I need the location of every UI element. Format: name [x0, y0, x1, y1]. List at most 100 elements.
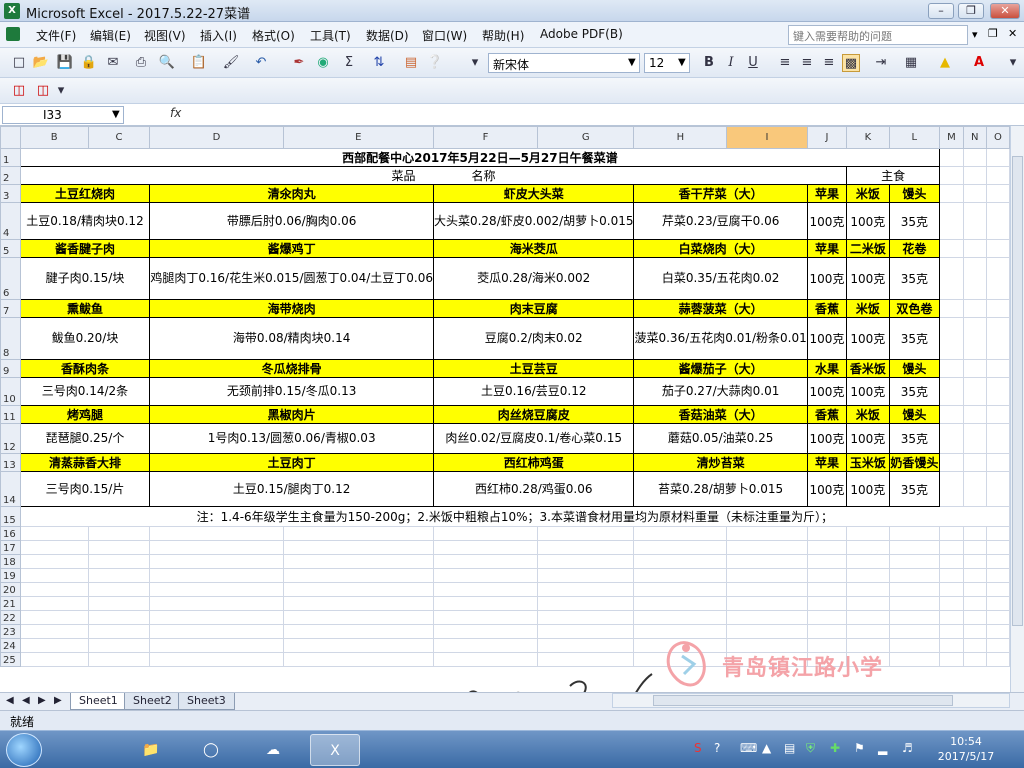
empty-cell[interactable]: [985, 202, 1010, 240]
column-header-B[interactable]: B: [19, 126, 89, 149]
empty-cell[interactable]: [806, 568, 848, 583]
row-header[interactable]: 13: [0, 453, 21, 472]
menu-adobe-pdf[interactable]: Adobe PDF(B): [540, 27, 623, 41]
empty-cell[interactable]: [985, 610, 1010, 625]
empty-cell[interactable]: [985, 377, 1010, 406]
empty-cell[interactable]: [19, 596, 89, 611]
empty-cell[interactable]: [19, 540, 89, 555]
empty-cell[interactable]: [432, 582, 539, 597]
ingredient-cell[interactable]: 土豆0.16/芸豆0.12: [432, 377, 635, 406]
amount-cell[interactable]: 100克: [806, 471, 848, 507]
empty-cell[interactable]: [985, 299, 1010, 318]
menu-title[interactable]: 西部配餐中心2017年5月22日—5月27日午餐菜谱: [19, 148, 941, 167]
dish-name[interactable]: 酱爆茄子（大）: [633, 359, 808, 378]
empty-cell[interactable]: [537, 596, 635, 611]
column-header-C[interactable]: C: [87, 126, 151, 149]
row-header[interactable]: 8: [0, 317, 21, 360]
dish-name[interactable]: 清蒸蒜香大排: [19, 453, 151, 472]
empty-cell[interactable]: [149, 652, 284, 667]
ingredient-cell[interactable]: 带膘后肘0.06/胸肉0.06: [149, 202, 434, 240]
last-sheet-icon[interactable]: ▶: [54, 695, 62, 706]
help-search-input[interactable]: 键入需要帮助的问题: [788, 25, 968, 45]
empty-cell[interactable]: [726, 526, 808, 541]
dish-name[interactable]: 肉末豆腐: [432, 299, 635, 318]
empty-cell[interactable]: [939, 540, 964, 555]
amount-cell[interactable]: 35克: [888, 202, 941, 240]
help-dropdown-icon[interactable]: ▾: [972, 28, 978, 41]
volume-icon[interactable]: ♬: [902, 741, 913, 755]
column-header-I[interactable]: I: [726, 126, 808, 149]
font-name-select[interactable]: 新宋体: [488, 53, 640, 73]
empty-cell[interactable]: [432, 554, 539, 569]
empty-cell[interactable]: [939, 582, 964, 597]
empty-cell[interactable]: [432, 638, 539, 653]
empty-cell[interactable]: [149, 554, 284, 569]
dish-name[interactable]: 熏鲅鱼: [19, 299, 151, 318]
clipboard-tray-icon[interactable]: ▤: [784, 741, 795, 755]
empty-cell[interactable]: [633, 540, 728, 555]
amount-cell[interactable]: 35克: [888, 423, 941, 454]
row-header[interactable]: 15: [0, 506, 21, 527]
ingredient-cell[interactable]: 肉丝0.02/豆腐皮0.1/卷心菜0.15: [432, 423, 635, 454]
empty-cell[interactable]: [149, 610, 284, 625]
row-header[interactable]: 6: [0, 257, 21, 300]
empty-cell[interactable]: [939, 239, 964, 258]
empty-cell[interactable]: [962, 582, 987, 597]
empty-cell[interactable]: [282, 526, 434, 541]
sogou-browser-icon[interactable]: ◯: [186, 734, 236, 766]
fruit-name[interactable]: 水果: [806, 359, 848, 378]
empty-cell[interactable]: [537, 624, 635, 639]
empty-cell[interactable]: [985, 239, 1010, 258]
close-button[interactable]: ✕: [990, 3, 1020, 19]
empty-cell[interactable]: [939, 526, 964, 541]
fruit-name[interactable]: 苹果: [806, 184, 848, 203]
empty-cell[interactable]: [537, 582, 635, 597]
ingredient-cell[interactable]: 菠菜0.36/五花肉0.01/粉条0.01: [633, 317, 808, 360]
amount-cell[interactable]: 100克: [846, 257, 890, 300]
empty-cell[interactable]: [87, 638, 151, 653]
dish-name[interactable]: 清氽肉丸: [149, 184, 434, 203]
empty-cell[interactable]: [939, 453, 964, 472]
amount-cell[interactable]: 100克: [806, 317, 848, 360]
empty-cell[interactable]: [726, 540, 808, 555]
empty-cell[interactable]: [87, 568, 151, 583]
empty-cell[interactable]: [962, 239, 987, 258]
ingredient-cell[interactable]: 蘑菇0.05/油菜0.25: [633, 423, 808, 454]
empty-cell[interactable]: [432, 568, 539, 583]
ingredient-cell[interactable]: 豆腐0.2/肉末0.02: [432, 317, 635, 360]
dish-name[interactable]: 土豆肉丁: [149, 453, 434, 472]
fruit-name[interactable]: 香蕉: [806, 405, 848, 424]
empty-cell[interactable]: [888, 582, 941, 597]
doc-restore-icon[interactable]: ❐: [988, 27, 998, 40]
row-header[interactable]: 22: [0, 610, 21, 625]
font-color-icon[interactable]: A: [970, 54, 988, 72]
empty-cell[interactable]: [633, 568, 728, 583]
amount-cell[interactable]: 35克: [888, 471, 941, 507]
staple-rice[interactable]: 二米饭: [846, 239, 890, 258]
empty-cell[interactable]: [888, 526, 941, 541]
empty-cell[interactable]: [962, 596, 987, 611]
empty-cell[interactable]: [19, 554, 89, 569]
vertical-scroll-thumb[interactable]: [1012, 156, 1023, 626]
empty-cell[interactable]: [962, 317, 987, 360]
print-preview-icon[interactable]: 🔍: [158, 54, 176, 72]
empty-cell[interactable]: [962, 202, 987, 240]
doc-close-icon[interactable]: ✕: [1008, 27, 1017, 40]
amount-cell[interactable]: 100克: [806, 202, 848, 240]
empty-cell[interactable]: [19, 638, 89, 653]
column-header-J[interactable]: J: [806, 126, 848, 149]
row-header[interactable]: 12: [0, 423, 21, 454]
empty-cell[interactable]: [846, 526, 890, 541]
row-header[interactable]: 21: [0, 596, 21, 611]
fruit-name[interactable]: 苹果: [806, 453, 848, 472]
dish-name[interactable]: 黑椒肉片: [149, 405, 434, 424]
empty-cell[interactable]: [985, 257, 1010, 300]
select-all-corner[interactable]: [0, 126, 21, 149]
maximize-button[interactable]: ❐: [958, 3, 984, 19]
empty-cell[interactable]: [962, 405, 987, 424]
empty-cell[interactable]: [939, 148, 964, 167]
name-box[interactable]: I33: [2, 106, 124, 124]
header-name-label[interactable]: 名称: [433, 166, 848, 185]
dish-name[interactable]: 清炒苔菜: [633, 453, 808, 472]
autosum-icon[interactable]: Σ: [340, 54, 358, 72]
